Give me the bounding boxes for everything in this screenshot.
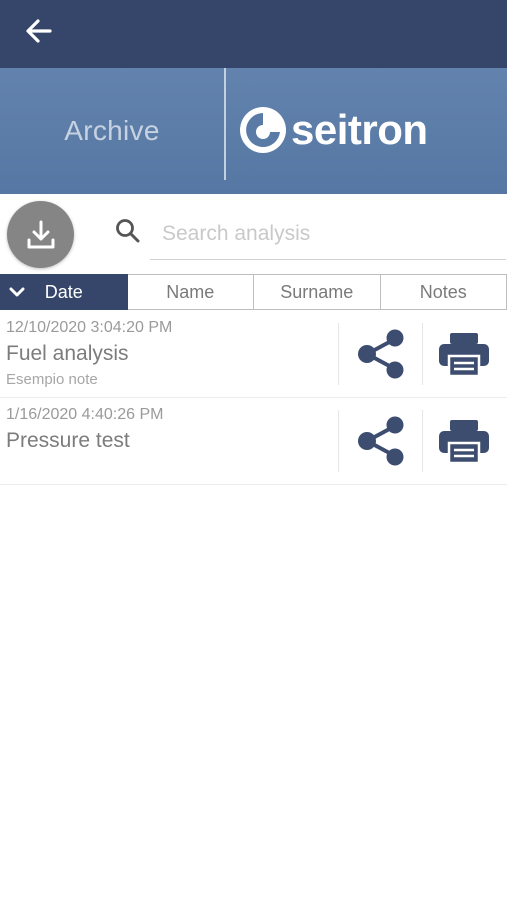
sort-tab-label: Name [166, 281, 215, 302]
print-button[interactable] [435, 412, 493, 470]
share-button[interactable] [351, 325, 409, 383]
analysis-date: 12/10/2020 3:04:20 PM [6, 319, 173, 336]
row-divider [338, 410, 339, 472]
brand-name: seitron [291, 106, 428, 153]
print-button[interactable] [435, 325, 493, 383]
share-button[interactable] [351, 412, 409, 470]
list-item[interactable]: 1/16/2020 4:40:26 PM Pressure test [0, 398, 507, 485]
analysis-name: Pressure test [6, 429, 130, 452]
row-divider [422, 323, 423, 385]
row-divider [422, 410, 423, 472]
list-item[interactable]: 12/10/2020 3:04:20 PM Fuel analysis Esem… [0, 311, 507, 398]
top-app-bar [0, 0, 507, 68]
sort-tab-label: Surname [280, 281, 354, 302]
download-button[interactable] [7, 201, 74, 268]
sort-tab-surname[interactable]: Surname [254, 274, 381, 310]
brand-logo: seitron [238, 105, 428, 155]
share-icon [358, 329, 404, 379]
analysis-date: 1/16/2020 4:40:26 PM [6, 406, 164, 423]
sort-tab-date[interactable]: Date [0, 274, 128, 310]
print-icon [439, 420, 489, 465]
archive-banner: Archive seitron [0, 68, 507, 194]
sort-tab-notes[interactable]: Notes [380, 274, 507, 310]
download-icon [27, 220, 54, 248]
page-title: Archive [64, 115, 160, 146]
search-input[interactable] [150, 208, 506, 260]
search-icon [116, 219, 140, 243]
share-icon [358, 416, 404, 466]
back-button[interactable] [22, 14, 56, 48]
print-icon [439, 333, 489, 378]
seitron-logo-mark [240, 107, 286, 153]
arrow-left-icon [26, 19, 52, 43]
banner-divider [224, 68, 226, 180]
sort-tab-label: Notes [419, 281, 467, 302]
chevron-down-icon [9, 287, 25, 297]
row-divider [338, 323, 339, 385]
sort-tab-name[interactable]: Name [127, 274, 254, 310]
sort-tab-label: Date [44, 281, 83, 302]
analysis-notes: Esempio note [6, 371, 98, 388]
sort-header: Date Name Surname Notes [0, 274, 507, 310]
analysis-name: Fuel analysis [6, 342, 129, 365]
